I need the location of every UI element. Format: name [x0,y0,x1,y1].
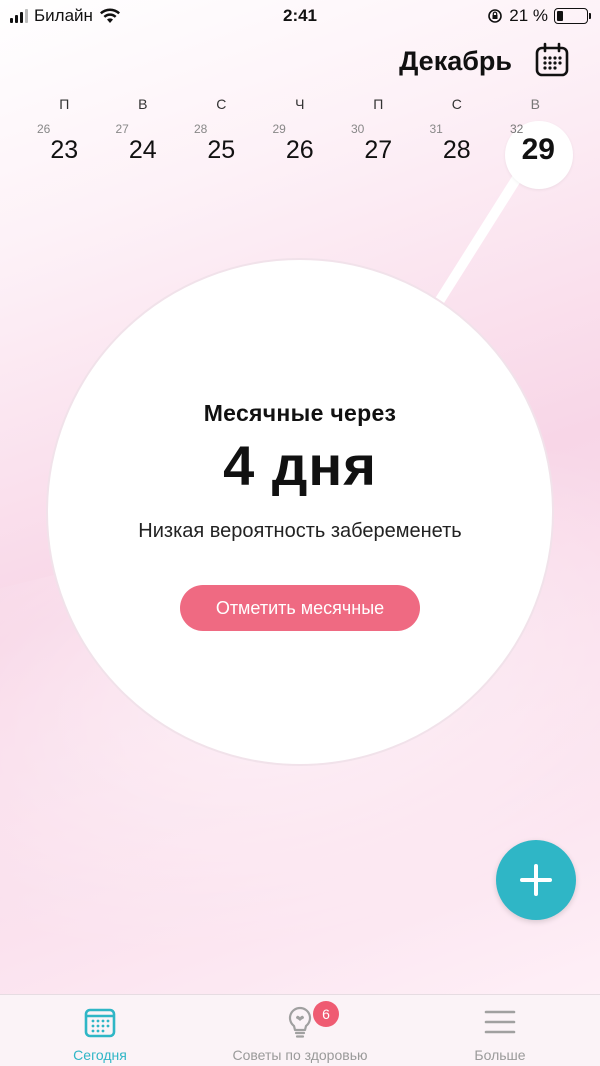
tab-more[interactable]: Больше [400,995,600,1066]
add-button[interactable] [496,840,576,920]
plus-icon [520,864,552,896]
calendar-icon[interactable] [534,42,570,78]
cycle-day: 29 [272,122,286,136]
weekday-label: В [530,96,540,112]
cycle-day: 27 [115,122,129,136]
tab-bar: Сегодня 6 Советы по здоровью Больше [0,994,600,1066]
day-cell[interactable]: П 30 27 [339,96,418,176]
cycle-day: 30 [351,122,365,136]
cycle-day: 31 [429,122,443,136]
weekday-label: С [216,96,227,112]
status-bar: Билайн 2:41 21 % [0,0,600,32]
battery-icon [554,8,591,24]
day-cell[interactable]: В 27 24 [104,96,183,176]
weekday-label: П [59,96,70,112]
menu-icon [484,1010,516,1034]
pregnancy-chance: Низкая вероятность забеременеть [138,520,462,542]
cycle-day: 28 [194,122,208,136]
date-number: 23 [50,136,79,164]
notification-badge: 6 [313,1001,339,1027]
status-right: 21 % [487,6,591,26]
date-number: 26 [285,136,314,164]
log-period-button[interactable]: Отметить месячные [180,585,420,631]
tab-label: Советы по здоровью [232,1047,368,1063]
month-title: Декабрь [399,46,512,76]
date-number: 24 [128,136,157,164]
tab-label: Сегодня [73,1047,127,1063]
period-title: Месячные через [203,400,397,426]
day-cell[interactable]: С 28 25 [182,96,261,176]
weekday-label: Ч [295,96,305,112]
cycle-circle: Месячные через 4 дня Низкая вероятность … [46,258,554,766]
day-cell[interactable]: Ч 29 26 [261,96,340,176]
cycle-day: 26 [37,122,51,136]
rotation-lock-icon [488,9,503,23]
tab-today[interactable]: Сегодня [0,995,200,1066]
calendar-icon [84,1008,116,1038]
period-countdown: 4 дня [223,434,377,497]
weekday-label: В [138,96,148,112]
lightbulb-icon [288,1006,312,1038]
date-number: 25 [207,136,236,164]
date-number: 29 [521,133,555,166]
date-number: 27 [364,136,393,164]
tab-label: Больше [474,1047,526,1063]
day-cell[interactable]: П 26 23 [25,96,104,176]
weekday-label: С [451,96,462,112]
battery-fill [557,11,563,21]
day-cell[interactable]: С 31 28 [418,96,497,176]
week-strip: П 26 23 В 27 24 С 28 25 Ч 29 26 П 30 27 … [25,96,575,189]
day-cell-selected[interactable]: В 32 29 [496,96,575,189]
date-number: 28 [442,136,471,164]
weekday-label: П [373,96,384,112]
tab-health-tips[interactable]: 6 Советы по здоровью [200,995,400,1066]
battery-percent: 21 % [509,6,548,25]
